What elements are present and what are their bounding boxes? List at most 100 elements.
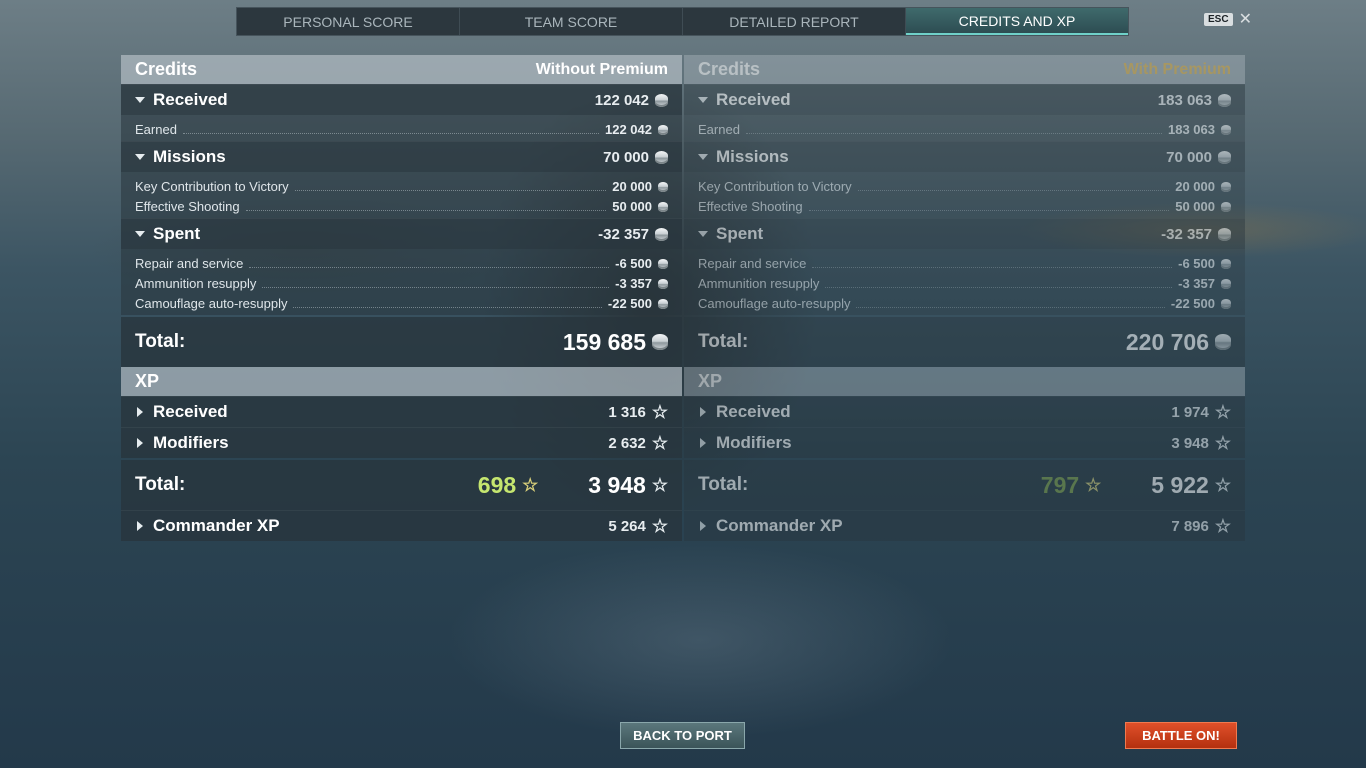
xp-modifiers-row[interactable]: Modifiers 2 632 ☆ <box>121 427 682 458</box>
collapse-arrow-icon[interactable] <box>698 154 708 160</box>
expand-arrow-icon[interactable] <box>700 407 706 417</box>
xp-star-icon: ☆ <box>651 402 668 422</box>
tab-detailed-report[interactable]: DETAILED REPORT <box>683 8 906 35</box>
list-item: Repair and service -6 500 <box>135 251 668 271</box>
missions-section[interactable]: Missions 70 000 <box>684 141 1245 172</box>
credits-coin-icon <box>1221 124 1231 135</box>
credits-coin-icon <box>658 278 668 289</box>
spent-section[interactable]: Spent -32 357 <box>121 218 682 249</box>
credits-title: Credits <box>135 59 198 79</box>
expand-arrow-icon[interactable] <box>137 407 143 417</box>
list-item: Camouflage auto-resupply -22 500 <box>135 291 668 311</box>
collapse-arrow-icon[interactable] <box>698 231 708 237</box>
tab-credits-and-xp[interactable]: CREDITS AND XP <box>906 8 1128 35</box>
credits-coin-icon <box>1218 150 1231 164</box>
credits-coin-icon <box>658 258 668 269</box>
xp-star-icon: ☆ <box>1214 433 1231 453</box>
premium-mode-label: With Premium <box>1123 60 1231 78</box>
received-section[interactable]: Received 183 063 <box>684 84 1245 115</box>
xp-total-value: 3 948 <box>588 471 646 498</box>
credits-title: Credits <box>698 59 761 79</box>
credits-coin-icon <box>658 124 668 135</box>
result-tabs: PERSONAL SCORE TEAM SCORE DETAILED REPOR… <box>236 7 1129 36</box>
xp-total-row: Total: 698 ☆ 3 948 ☆ <box>121 460 682 510</box>
tab-team-score[interactable]: TEAM SCORE <box>460 8 683 35</box>
xp-star-icon: ☆ <box>1214 402 1231 422</box>
xp-header: XP <box>684 367 1245 396</box>
list-item: Key Contribution to Victory 20 000 <box>135 174 668 194</box>
credits-coin-icon <box>1221 278 1231 289</box>
premium-mode-label: Without Premium <box>535 60 668 78</box>
xp-title: XP <box>135 371 160 391</box>
credits-coin-icon <box>1221 258 1231 269</box>
commander-xp-row[interactable]: Commander XP 5 264 ☆ <box>121 510 682 541</box>
premium-xp-value: 698 <box>477 471 517 498</box>
credits-coin-icon <box>1215 334 1231 350</box>
list-item: Earned 122 042 <box>135 117 668 137</box>
esc-key-badge[interactable]: ESC <box>1204 13 1233 26</box>
spent-section[interactable]: Spent -32 357 <box>684 218 1245 249</box>
list-item: Effective Shooting 50 000 <box>698 194 1231 214</box>
expand-arrow-icon[interactable] <box>137 438 143 448</box>
credits-xp-panel-with-premium: Credits With Premium Received 183 063 Ea… <box>684 55 1245 541</box>
section-label: Missions <box>153 147 226 166</box>
credits-coin-icon <box>1218 227 1231 241</box>
credits-coin-icon <box>658 181 668 192</box>
credits-header: Credits With Premium <box>684 55 1245 84</box>
missions-items: Key Contribution to Victory 20 000 Effect… <box>684 172 1245 218</box>
credits-coin-icon <box>655 150 668 164</box>
collapse-arrow-icon[interactable] <box>698 97 708 103</box>
collapse-arrow-icon[interactable] <box>135 154 145 160</box>
total-label: Total: <box>135 331 186 352</box>
credits-coin-icon <box>1218 93 1231 107</box>
back-to-port-button[interactable]: BACK TO PORT <box>620 722 745 749</box>
missions-items: Key Contribution to Victory 20 000 Effect… <box>121 172 682 218</box>
credits-xp-panel-without-premium: Credits Without Premium Received 122 042… <box>121 55 682 541</box>
credits-header: Credits Without Premium <box>121 55 682 84</box>
list-item: Camouflage auto-resupply -22 500 <box>698 291 1231 311</box>
tab-personal-score[interactable]: PERSONAL SCORE <box>237 8 460 35</box>
received-section[interactable]: Received 122 042 <box>121 84 682 115</box>
xp-star-icon: ☆ <box>651 516 668 536</box>
list-item: Repair and service -6 500 <box>698 251 1231 271</box>
list-item: Ammunition resupply -3 357 <box>135 271 668 291</box>
expand-arrow-icon[interactable] <box>137 521 143 531</box>
xp-star-icon: ☆ <box>651 433 668 453</box>
credits-coin-icon <box>658 201 668 212</box>
xp-star-icon: ☆ <box>522 475 539 495</box>
collapse-arrow-icon[interactable] <box>135 97 145 103</box>
battle-on-button[interactable]: BATTLE ON! <box>1125 722 1237 749</box>
expand-arrow-icon[interactable] <box>700 521 706 531</box>
esc-close-control[interactable]: ESC ✕ <box>1204 11 1252 27</box>
credits-coin-icon <box>1221 181 1231 192</box>
credits-coin-icon <box>658 298 668 309</box>
expand-arrow-icon[interactable] <box>700 438 706 448</box>
received-items: Earned 122 042 <box>121 115 682 141</box>
section-label: Spent <box>153 224 201 243</box>
xp-star-icon: ☆ <box>1214 475 1231 495</box>
credits-coin-icon <box>655 93 668 107</box>
spent-items: Repair and service -6 500 Ammunition resu… <box>121 249 682 315</box>
spent-value: -32 357 <box>598 225 649 243</box>
xp-total-row: Total: 797 ☆ 5 922 ☆ <box>684 460 1245 510</box>
xp-star-icon: ☆ <box>1085 475 1102 495</box>
received-value: 122 042 <box>594 91 649 109</box>
xp-star-icon: ☆ <box>651 475 668 495</box>
list-item: Ammunition resupply -3 357 <box>698 271 1231 291</box>
credits-total-value: 159 685 <box>562 328 646 355</box>
xp-received-row[interactable]: Received 1 974 ☆ <box>684 396 1245 427</box>
credits-coin-icon <box>655 227 668 241</box>
commander-xp-row[interactable]: Commander XP 7 896 ☆ <box>684 510 1245 541</box>
credits-total-row: Total: 220 706 <box>684 317 1245 367</box>
xp-header: XP <box>121 367 682 396</box>
xp-modifiers-row[interactable]: Modifiers 3 948 ☆ <box>684 427 1245 458</box>
list-item: Earned 183 063 <box>698 117 1231 137</box>
missions-section[interactable]: Missions 70 000 <box>121 141 682 172</box>
xp-received-row[interactable]: Received 1 316 ☆ <box>121 396 682 427</box>
missions-value: 70 000 <box>603 148 649 166</box>
close-icon[interactable]: ✕ <box>1239 11 1252 27</box>
collapse-arrow-icon[interactable] <box>135 231 145 237</box>
section-label: Received <box>153 90 228 109</box>
credits-total-row: Total: 159 685 <box>121 317 682 367</box>
list-item: Effective Shooting 50 000 <box>135 194 668 214</box>
